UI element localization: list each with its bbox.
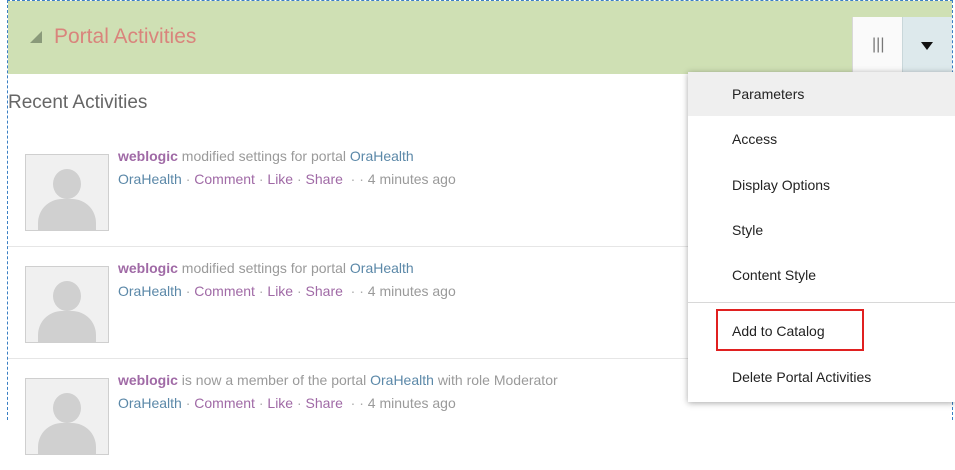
activity-item: weblogic is now a member of the portal O… <box>8 358 708 470</box>
chevron-down-icon <box>921 42 933 50</box>
timestamp: 4 minutes ago <box>367 283 456 299</box>
share-link[interactable]: Share <box>306 171 343 187</box>
comment-link[interactable]: Comment <box>194 395 255 411</box>
portlet-title[interactable]: Portal Activities <box>54 25 196 49</box>
activity-text: weblogic modified settings for portal Or… <box>118 260 414 276</box>
menu-item-parameters[interactable]: Parameters <box>688 72 955 116</box>
columns-icon: ||| <box>872 36 885 53</box>
collapse-icon[interactable] <box>30 31 42 43</box>
source-link[interactable]: OraHealth <box>118 395 182 411</box>
menu-item-delete-portal-activities[interactable]: Delete Portal Activities <box>688 355 955 399</box>
timestamp: 4 minutes ago <box>367 395 456 411</box>
like-link[interactable]: Like <box>267 171 293 187</box>
menu-item-content-style[interactable]: Content Style <box>688 253 955 297</box>
layout-button[interactable]: ||| <box>852 17 902 74</box>
avatar[interactable] <box>25 266 109 343</box>
menu-divider <box>688 302 955 303</box>
activity-item: weblogic modified settings for portal Or… <box>8 246 708 359</box>
portal-link[interactable]: OraHealth <box>350 260 414 276</box>
comment-link[interactable]: Comment <box>194 283 255 299</box>
actions-dropdown-menu: Parameters Access Display Options Style … <box>688 72 955 402</box>
avatar[interactable] <box>25 378 109 455</box>
share-link[interactable]: Share <box>306 283 343 299</box>
comment-link[interactable]: Comment <box>194 171 255 187</box>
highlight-box <box>716 309 864 351</box>
menu-item-style[interactable]: Style <box>688 208 955 252</box>
user-link[interactable]: weblogic <box>118 260 178 276</box>
menu-item-display-options[interactable]: Display Options <box>688 163 955 207</box>
user-link[interactable]: weblogic <box>118 372 178 388</box>
activity-meta: OraHealth · Comment · Like · Share · · 4… <box>118 283 456 299</box>
menu-item-access[interactable]: Access <box>688 117 955 161</box>
activity-text: weblogic modified settings for portal Or… <box>118 148 414 164</box>
portal-link[interactable]: OraHealth <box>350 148 414 164</box>
like-link[interactable]: Like <box>267 283 293 299</box>
activity-meta: OraHealth · Comment · Like · Share · · 4… <box>118 171 456 187</box>
user-link[interactable]: weblogic <box>118 148 178 164</box>
activity-text: weblogic is now a member of the portal O… <box>118 372 558 388</box>
share-link[interactable]: Share <box>306 395 343 411</box>
like-link[interactable]: Like <box>267 395 293 411</box>
activity-item: weblogic modified settings for portal Or… <box>8 134 708 247</box>
actions-menu-button[interactable] <box>902 17 952 74</box>
activity-meta: OraHealth · Comment · Like · Share · · 4… <box>118 395 456 411</box>
source-link[interactable]: OraHealth <box>118 283 182 299</box>
portal-link[interactable]: OraHealth <box>370 372 434 388</box>
avatar[interactable] <box>25 154 109 231</box>
section-title: Recent Activities <box>8 92 148 113</box>
timestamp: 4 minutes ago <box>367 171 456 187</box>
source-link[interactable]: OraHealth <box>118 171 182 187</box>
